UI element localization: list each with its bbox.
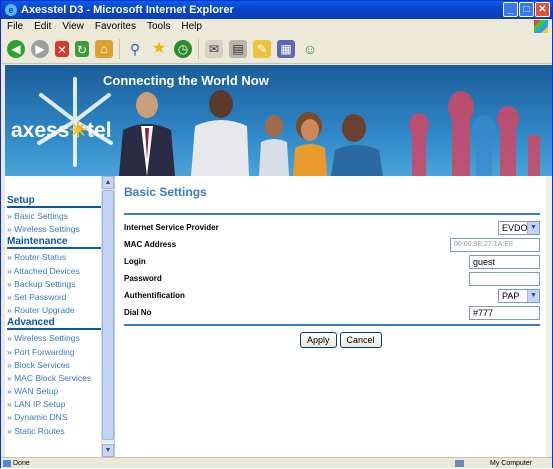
- sidebar-item-basic-settings[interactable]: Basic Settings: [7, 210, 101, 223]
- chevron-down-icon: ▼: [527, 290, 539, 302]
- axesstel-logo: axess✳tel: [11, 119, 112, 142]
- refresh-icon[interactable]: ↻: [75, 40, 89, 57]
- sidebar-item-static-routes[interactable]: Static Routes: [7, 425, 101, 438]
- page-content: Connecting the World Now axess✳tel Setup…: [5, 65, 552, 457]
- sidebar-heading-advanced: Advanced: [7, 317, 101, 331]
- status-text: Done: [13, 460, 30, 467]
- menu-tools[interactable]: Tools: [147, 19, 170, 34]
- auth-label: Authentification: [124, 291, 185, 300]
- header-banner: Connecting the World Now axess✳tel: [5, 65, 552, 176]
- window-title: Axesstel D3 - Microsoft Internet Explore…: [21, 4, 234, 16]
- sidebar-item-port-forwarding[interactable]: Port Forwarding: [7, 346, 101, 359]
- isp-select[interactable]: EVDO ▼: [498, 221, 540, 235]
- login-label: Login: [124, 257, 146, 266]
- sidebar-nav: Setup Basic Settings Wireless Settings M…: [5, 176, 115, 457]
- mac-address-field: 00:00:9E:27:1A:EE: [450, 238, 540, 252]
- sidebar-item-router-upgrade[interactable]: Router Upgrade: [7, 304, 101, 317]
- sidebar-item-backup-settings[interactable]: Backup Settings: [7, 278, 101, 291]
- form-buttons: Apply Cancel: [300, 332, 382, 348]
- edit-icon[interactable]: ✎: [253, 39, 271, 58]
- page-scrollbar[interactable]: [546, 176, 552, 457]
- page-title: Basic Settings: [124, 185, 207, 199]
- back-icon[interactable]: ◀: [7, 39, 25, 58]
- print-icon[interactable]: ▤: [229, 39, 247, 58]
- people-on-phones-image: [119, 90, 383, 176]
- form-divider: [124, 324, 540, 326]
- main-panel: Basic Settings Internet Service Provider…: [117, 176, 552, 457]
- menu-edit[interactable]: Edit: [34, 19, 51, 34]
- login-row: Login guest: [124, 254, 540, 270]
- menu-help[interactable]: Help: [181, 19, 202, 34]
- sidebar-item-block-services[interactable]: Block Services: [7, 359, 101, 372]
- password-label: Password: [124, 274, 162, 283]
- mac-label: MAC Address: [124, 240, 177, 249]
- dial-label: Dial No: [124, 308, 152, 317]
- minimize-button[interactable]: _: [503, 2, 518, 17]
- sidebar-item-dynamic-dns[interactable]: Dynamic DNS: [7, 411, 101, 424]
- windows-logo-icon: [534, 20, 548, 33]
- banner-tagline: Connecting the World Now: [103, 73, 269, 88]
- toolbar-separator: [198, 38, 199, 59]
- sidebar-item-attached-devices[interactable]: Attached Devices: [7, 265, 101, 278]
- dial-number-field[interactable]: #777: [469, 306, 540, 320]
- sidebar-item-router-status[interactable]: Router Status: [7, 251, 101, 264]
- sidebar-item-set-password[interactable]: Set Password: [7, 291, 101, 304]
- auth-row: Authentification PAP ▼: [124, 288, 540, 304]
- mac-row: MAC Address 00:00:9E:27:1A:EE: [124, 237, 540, 253]
- cancel-button[interactable]: Cancel: [339, 332, 382, 348]
- menu-favorites[interactable]: Favorites: [95, 19, 136, 34]
- sidebar-heading-setup: Setup: [7, 195, 101, 208]
- sidebar-item-wireless-settings[interactable]: Wireless Settings: [7, 223, 101, 236]
- my-computer-icon: [455, 460, 464, 467]
- history-icon[interactable]: ◷: [174, 39, 192, 58]
- password-field[interactable]: [469, 272, 540, 286]
- chevron-down-icon: ▼: [527, 222, 539, 234]
- security-zone: My Computer: [489, 460, 532, 467]
- toolbar: ◀ ▶ ✕ ↻ ⌂ ⚲ ★ ◷ ✉ ▤ ✎ ▦ ☺: [1, 34, 552, 64]
- scrollbar-thumb[interactable]: [102, 190, 114, 440]
- isp-row: Internet Service Provider EVDO ▼: [124, 220, 540, 236]
- sidebar-scrollbar[interactable]: ▲ ▼: [101, 176, 114, 457]
- discuss-icon[interactable]: ▦: [277, 39, 295, 58]
- forward-icon[interactable]: ▶: [31, 39, 49, 58]
- internet-explorer-icon: e: [5, 4, 17, 16]
- login-field[interactable]: guest: [469, 255, 540, 269]
- password-row: Password: [124, 271, 540, 287]
- sidebar-item-lan-ip-setup[interactable]: LAN IP Setup: [7, 398, 101, 411]
- menu-view[interactable]: View: [62, 19, 84, 34]
- menu-file[interactable]: File: [7, 19, 23, 34]
- page-done-icon: [3, 460, 11, 467]
- favorites-star-icon[interactable]: ★: [150, 40, 168, 58]
- apply-button[interactable]: Apply: [300, 332, 337, 348]
- browser-window: e Axesstel D3 - Microsoft Internet Explo…: [0, 0, 553, 468]
- title-divider: [124, 213, 540, 215]
- messenger-icon[interactable]: ☺: [301, 40, 319, 58]
- dial-row: Dial No #777: [124, 305, 540, 321]
- sidebar-heading-maintenance: Maintenance: [7, 236, 101, 250]
- scroll-up-icon[interactable]: ▲: [102, 176, 114, 189]
- search-icon[interactable]: ⚲: [126, 40, 144, 58]
- isp-label: Internet Service Provider: [124, 223, 219, 232]
- title-bar: e Axesstel D3 - Microsoft Internet Explo…: [1, 1, 552, 19]
- toolbar-separator: [119, 38, 120, 59]
- mail-icon[interactable]: ✉: [205, 39, 223, 58]
- sidebar-item-wan-setup[interactable]: WAN Setup: [7, 385, 101, 398]
- home-icon[interactable]: ⌂: [95, 39, 113, 58]
- close-button[interactable]: ✕: [535, 2, 550, 17]
- sidebar-item-mac-block-services[interactable]: MAC Block Services: [7, 372, 101, 385]
- maximize-button[interactable]: □: [519, 2, 534, 17]
- status-bar: Done My Computer: [1, 457, 552, 468]
- scroll-down-icon[interactable]: ▼: [102, 444, 114, 457]
- stop-icon[interactable]: ✕: [55, 40, 69, 57]
- menu-bar: File Edit View Favorites Tools Help: [1, 19, 552, 34]
- city-domes-illustration: [409, 91, 540, 176]
- sidebar-item-advanced-wireless-settings[interactable]: Wireless Settings: [7, 332, 101, 345]
- auth-select[interactable]: PAP ▼: [498, 289, 540, 303]
